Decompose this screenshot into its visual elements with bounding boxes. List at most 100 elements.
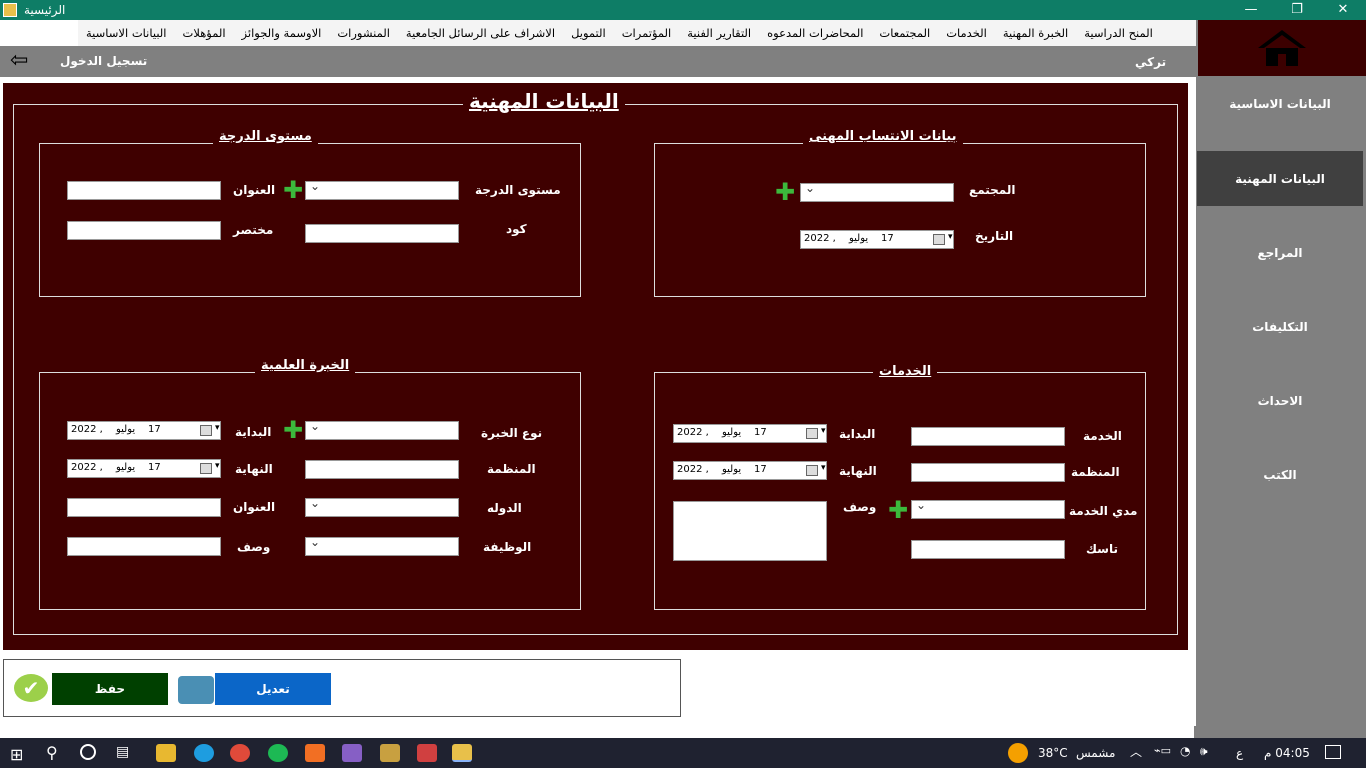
service-end-date-picker[interactable]: 2022 , يوليو 17 [673, 461, 827, 480]
experience-start-date-picker[interactable]: 2022 , يوليو 17 [67, 421, 221, 440]
menu-bar: البيانات الاساسية المؤهلات الاوسمة والجو… [78, 20, 1196, 46]
experience-type-select[interactable] [305, 419, 459, 440]
edge-icon[interactable] [194, 744, 214, 762]
menu-technical-reports[interactable]: التقارير الفنية [679, 26, 759, 40]
login-label[interactable]: تسجيل الدخول [60, 54, 147, 68]
service-task-input[interactable] [911, 540, 1065, 559]
experience-job-select[interactable] [305, 535, 459, 556]
degree-title-input[interactable] [67, 181, 221, 200]
notifications-icon[interactable] [1325, 745, 1341, 759]
wifi-icon[interactable]: ◔ [1180, 744, 1190, 758]
sidebar-item-basic-data[interactable]: البيانات الاساسية [1197, 76, 1363, 131]
temperature: 38°C [1038, 746, 1068, 760]
file-explorer-icon[interactable] [156, 744, 176, 762]
task-view-icon[interactable]: ▤ [116, 744, 129, 760]
minimize-button[interactable]: — [1228, 0, 1274, 20]
community-label: المجتمع [969, 183, 1016, 197]
experience-desc-input[interactable] [67, 537, 221, 556]
edit-button[interactable]: تعديل [215, 673, 331, 705]
sidebar-item-books[interactable]: الكتب [1197, 447, 1363, 502]
service-org-input[interactable] [911, 463, 1065, 482]
experience-title-label: العنوان [233, 500, 276, 514]
date-label: التاريخ [975, 229, 1014, 243]
menu-qualifications[interactable]: المؤهلات [175, 26, 234, 40]
chrome-icon[interactable] [230, 744, 250, 762]
experience-country-select[interactable] [305, 496, 459, 517]
menu-basic-data[interactable]: البيانات الاساسية [78, 26, 175, 40]
soundcloud-icon[interactable] [305, 744, 325, 762]
calendar-icon[interactable] [200, 423, 220, 436]
sidebar-item-professional-data[interactable]: البيانات المهنية [1197, 151, 1363, 206]
add-service-icon[interactable]: ✚ [888, 498, 908, 522]
language-indicator[interactable]: ع [1236, 746, 1243, 760]
menu-invited-lectures[interactable]: المحاضرات المدعوه [759, 26, 871, 40]
title-bar: الرئيسية — ❐ ✕ [0, 0, 1366, 20]
save-button[interactable]: حفظ [52, 673, 168, 705]
affiliation-date-picker[interactable]: 2022 , يوليو 17 [800, 230, 954, 249]
menu-thesis-supervision[interactable]: الاشراف على الرسائل الجامعية [398, 26, 563, 40]
menu-funding[interactable]: التمويل [563, 26, 614, 40]
spotify-icon[interactable] [268, 744, 288, 762]
calendar-icon[interactable] [933, 232, 953, 245]
start-icon[interactable]: ⊞ [10, 745, 23, 764]
app-icon [3, 3, 17, 17]
community-select[interactable] [800, 181, 954, 202]
degree-level-label: مستوى الدرجة [475, 183, 561, 197]
add-community-icon[interactable]: ✚ [775, 180, 795, 204]
menu-services[interactable]: الخدمات [938, 26, 995, 40]
year: 2022 , [71, 462, 103, 473]
degree-short-input[interactable] [67, 221, 221, 240]
experience-org-label: المنظمة [487, 462, 536, 476]
main-panel: البيانات المهنية بيانات الانتساب المهنى … [3, 83, 1188, 650]
sidebar-item-events[interactable]: الاحداث [1197, 373, 1363, 428]
divider [1194, 726, 1196, 738]
month: يوليو [116, 424, 136, 435]
degree-code-input[interactable] [305, 224, 459, 243]
app-tool-icon[interactable] [380, 744, 400, 762]
menu-professional-experience[interactable]: الخبرة المهنية [995, 26, 1076, 40]
visual-studio-icon[interactable] [342, 744, 362, 762]
experience-end-label: النهاية [235, 462, 273, 476]
sidebar-item-assignments[interactable]: التكليفات [1197, 299, 1363, 354]
degree-group [39, 143, 581, 297]
calendar-icon[interactable] [806, 463, 826, 476]
service-start-date-picker[interactable]: 2022 , يوليو 17 [673, 424, 827, 443]
experience-end-date-picker[interactable]: 2022 , يوليو 17 [67, 459, 221, 478]
menu-scholarships[interactable]: المنح الدراسية [1076, 26, 1161, 40]
cortana-icon[interactable] [80, 744, 96, 760]
day: 17 [881, 233, 894, 244]
sidebar-item-references[interactable]: المراجع [1197, 225, 1363, 280]
month: يوليو [722, 427, 742, 438]
tray-chevron-icon[interactable]: ︿ [1130, 743, 1142, 760]
service-desc-textarea[interactable] [673, 501, 827, 561]
affiliation-legend: بيانات الانتساب المهنى [803, 129, 963, 144]
day: 17 [148, 424, 161, 435]
logout-icon[interactable]: ⇦ [10, 50, 28, 72]
add-degree-icon[interactable]: ✚ [283, 178, 303, 202]
menu-awards[interactable]: الاوسمة والجوائز [234, 26, 330, 40]
experience-group [39, 372, 581, 610]
experience-org-input[interactable] [305, 460, 459, 479]
menu-communities[interactable]: المجتمعات [871, 26, 938, 40]
service-duration-label: مدي الخدمة [1069, 504, 1138, 518]
degree-level-select[interactable] [305, 179, 459, 200]
search-icon[interactable]: ⚲ [46, 743, 58, 762]
add-experience-icon[interactable]: ✚ [283, 418, 303, 442]
paint-icon[interactable] [417, 744, 437, 762]
close-button[interactable]: ✕ [1320, 0, 1366, 20]
experience-title-input[interactable] [67, 498, 221, 517]
clock[interactable]: 04:05 م [1264, 746, 1310, 760]
year: 2022 , [677, 427, 709, 438]
menu-publications[interactable]: المنشورات [329, 26, 398, 40]
home-button[interactable] [1198, 20, 1366, 76]
battery-icon[interactable]: ⌁▭ [1154, 744, 1171, 757]
service-label: الخدمة [1083, 429, 1122, 443]
service-input[interactable] [911, 427, 1065, 446]
running-app-icon[interactable] [452, 744, 472, 762]
menu-conferences[interactable]: المؤتمرات [614, 26, 680, 40]
volume-icon[interactable]: 🕪 [1200, 744, 1208, 759]
calendar-icon[interactable] [200, 461, 220, 474]
maximize-button[interactable]: ❐ [1274, 0, 1320, 20]
calendar-icon[interactable] [806, 426, 826, 439]
service-duration-select[interactable] [911, 498, 1065, 519]
